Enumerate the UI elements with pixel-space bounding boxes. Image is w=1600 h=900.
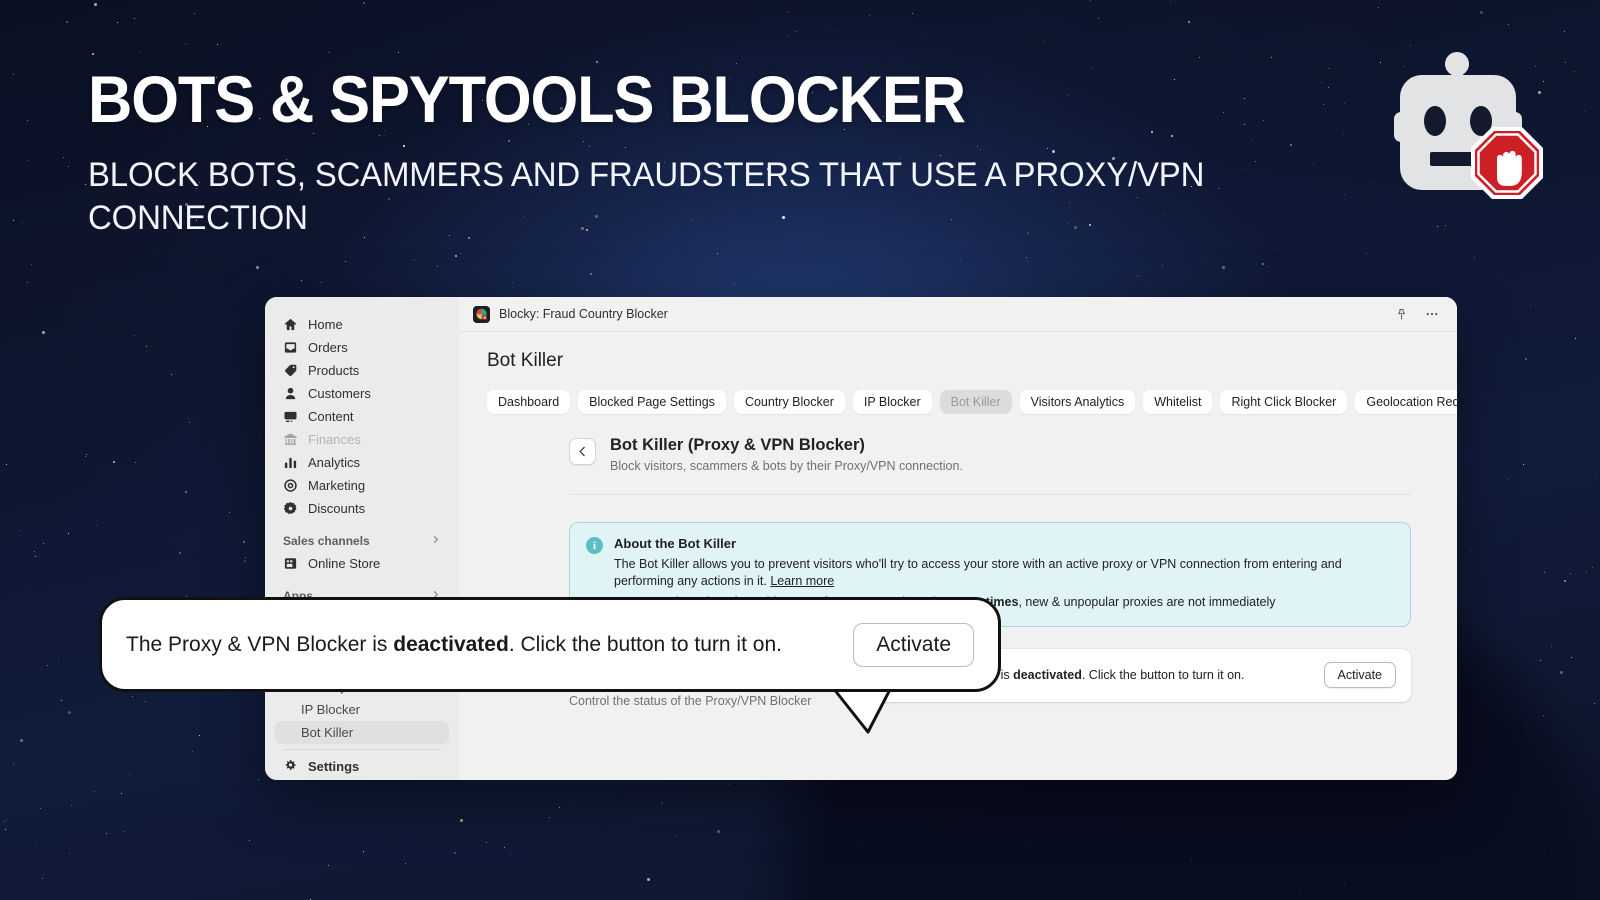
robot-mascot	[1350, 42, 1565, 222]
sidebar-item-label: Discounts	[308, 501, 366, 516]
hero-text-block: BOTS & SPYTOOLS BLOCKER BLOCK BOTS, SCAM…	[88, 66, 1318, 240]
sidebar-item-discounts[interactable]: Discounts	[275, 497, 449, 520]
callout-tooltip: The Proxy & VPN Blocker is deactivated. …	[99, 597, 1001, 692]
sidebar-item-label: Home	[308, 317, 343, 332]
finances-bank-icon	[283, 432, 298, 447]
analytics-bars-icon	[283, 455, 298, 470]
sidebar-item-label: Products	[308, 363, 360, 378]
card-header-text: Bot Killer (Proxy & VPN Blocker) Block v…	[610, 436, 963, 473]
marketing-target-icon	[283, 478, 298, 493]
activate-button[interactable]: Activate	[1323, 662, 1396, 688]
tab-blocked-page-settings[interactable]: Blocked Page Settings	[578, 390, 726, 414]
tab-right-click-blocker[interactable]: Right Click Blocker	[1220, 390, 1348, 414]
callout-activate-button[interactable]: Activate	[853, 622, 974, 667]
app-titlebar: Blocky: Fraud Country Blocker	[459, 297, 1457, 332]
sidebar: Home Orders Products Customers Content F…	[265, 297, 459, 780]
home-icon	[283, 317, 298, 332]
sidebar-item-home[interactable]: Home	[275, 313, 449, 336]
chevron-right-icon	[430, 534, 441, 548]
tab-bot-killer[interactable]: Bot Killer	[939, 390, 1012, 414]
status-message-state: deactivated	[1013, 668, 1082, 682]
tab-country-blocker[interactable]: Country Blocker	[733, 390, 845, 414]
content-icon	[283, 409, 298, 424]
pin-icon[interactable]	[1390, 303, 1412, 325]
sidebar-subitem-label: IP Blocker	[301, 702, 361, 717]
tab-visitors-analytics[interactable]: Visitors Analytics	[1019, 390, 1136, 414]
sidebar-item-label: Online Store	[308, 556, 381, 571]
card-divider	[569, 494, 1411, 495]
sidebar-item-label: Finances	[308, 432, 361, 447]
hero-title: BOTS & SPYTOOLS BLOCKER	[88, 62, 966, 136]
hero-subtitle: BLOCK BOTS, SCAMMERS AND FRAUDSTERS THAT…	[88, 156, 1205, 237]
sidebar-item-label: Settings	[308, 759, 360, 774]
tab-geolocation-redirector[interactable]: Geolocation Redirector	[1355, 390, 1457, 414]
sales-channels-label: Sales channels	[283, 534, 370, 548]
sidebar-item-customers[interactable]: Customers	[275, 382, 449, 405]
sidebar-item-products[interactable]: Products	[275, 359, 449, 382]
tab-ip-blocker[interactable]: IP Blocker	[852, 390, 932, 414]
banner-paragraph-1: The Bot Killer allows you to prevent vis…	[614, 556, 1394, 589]
sidebar-item-orders[interactable]: Orders	[275, 336, 449, 359]
status-description: Control the status of the Proxy/VPN Bloc…	[569, 693, 812, 708]
stop-sign-icon	[1471, 127, 1543, 199]
gear-icon	[283, 759, 298, 774]
card-title: Bot Killer (Proxy & VPN Blocker)	[610, 436, 865, 454]
customers-person-icon	[283, 386, 298, 401]
page-title: Bot Killer	[487, 350, 564, 371]
banner-title: About the Bot Killer	[614, 536, 737, 551]
status-message-c: . Click the button to turn it on.	[1081, 668, 1245, 682]
sidebar-item-content[interactable]: Content	[275, 405, 449, 428]
sidebar-item-label: Orders	[308, 340, 348, 355]
sidebar-divider	[283, 749, 441, 750]
sidebar-section-sales-channels[interactable]: Sales channels	[275, 530, 449, 552]
info-icon: i	[586, 537, 603, 554]
sidebar-item-analytics[interactable]: Analytics	[275, 451, 449, 474]
app-frame: Blocky: Fraud Country Blocker Bot Killer…	[459, 297, 1457, 780]
sidebar-item-label: Marketing	[308, 478, 366, 493]
sidebar-subitem-label: Bot Killer	[301, 725, 354, 740]
products-tag-icon	[283, 363, 298, 378]
sidebar-item-label: Analytics	[308, 455, 361, 470]
callout-message-state: deactivated	[393, 632, 509, 656]
card-header: Bot Killer (Proxy & VPN Blocker) Block v…	[569, 436, 1411, 473]
sidebar-item-label: Content	[308, 409, 354, 424]
tab-bar: Dashboard Blocked Page Settings Country …	[487, 390, 1457, 414]
discounts-badge-icon	[283, 501, 298, 516]
sidebar-item-marketing[interactable]: Marketing	[275, 474, 449, 497]
banner-paragraph-2-c: , new & unpopular proxies are not immedi…	[1018, 595, 1276, 609]
orders-icon	[283, 340, 298, 355]
sidebar-subitem-bot-killer[interactable]: Bot Killer	[275, 721, 449, 744]
app-logo-icon	[473, 305, 490, 323]
sidebar-item-finances[interactable]: Finances	[275, 428, 449, 451]
card-subtitle: Block visitors, scammers & bots by their…	[610, 459, 963, 473]
sidebar-item-settings[interactable]: Settings	[275, 755, 449, 778]
sidebar-item-online-store[interactable]: Online Store	[275, 552, 449, 575]
callout-message-a: The Proxy & VPN Blocker is	[126, 632, 394, 656]
more-horizontal-icon[interactable]	[1421, 303, 1443, 325]
callout-message-c: . Click the button to turn it on.	[508, 632, 782, 656]
app-title: Blocky: Fraud Country Blocker	[499, 307, 668, 321]
sidebar-item-label: Customers	[308, 386, 371, 401]
back-button[interactable]	[569, 438, 596, 465]
callout-message: The Proxy & VPN Blocker is deactivated. …	[126, 633, 835, 657]
online-store-icon	[283, 556, 298, 571]
learn-more-link[interactable]: Learn more	[770, 574, 834, 588]
sidebar-subitem-ip-blocker[interactable]: IP Blocker	[275, 698, 449, 721]
tab-dashboard[interactable]: Dashboard	[487, 390, 571, 414]
tab-whitelist[interactable]: Whitelist	[1143, 390, 1213, 414]
banner-paragraph-1-text: The Bot Killer allows you to prevent vis…	[614, 557, 1342, 588]
app-body: Bot Killer Dashboard Blocked Page Settin…	[459, 332, 1457, 780]
